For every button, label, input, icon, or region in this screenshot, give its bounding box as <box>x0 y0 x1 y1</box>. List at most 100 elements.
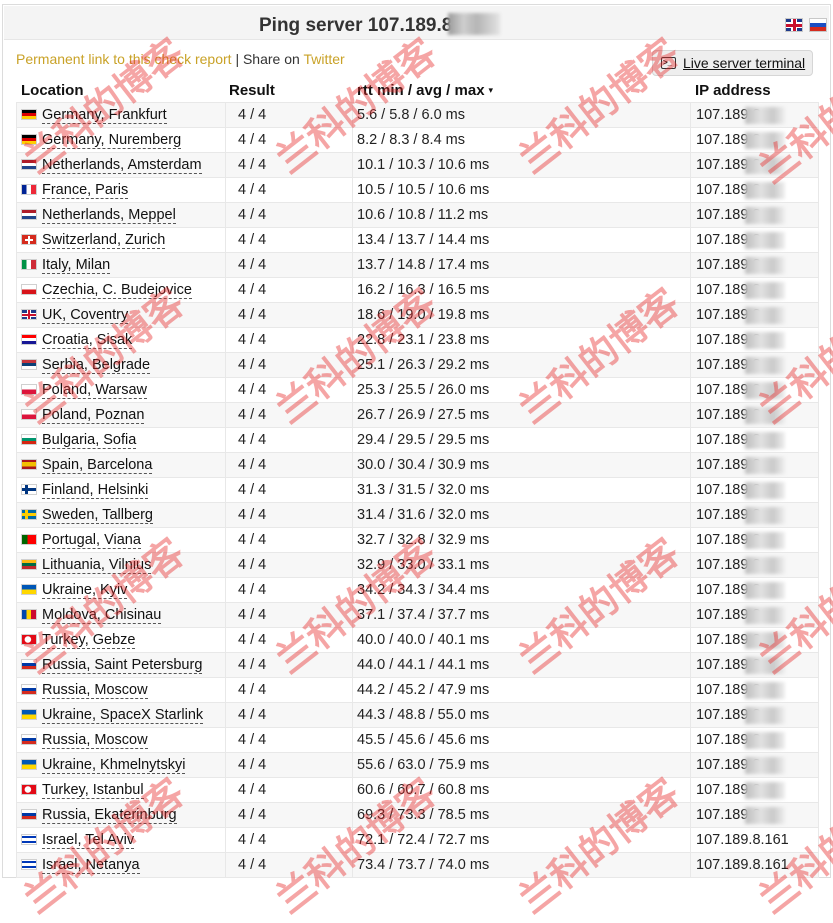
table-row: Russia, Ekaterinburg 4 / 4 69.3 / 73.3 / 7… <box>16 802 819 828</box>
result-cell: 4 / 4 <box>225 252 353 278</box>
redaction-mask <box>745 557 785 574</box>
location-link[interactable]: Israel, Tel Aviv <box>42 832 135 849</box>
redaction-mask <box>448 13 501 35</box>
permanent-link[interactable]: Permanent link to this check report <box>16 51 232 67</box>
header-ip[interactable]: IP address <box>695 82 771 102</box>
table-row: Ukraine, SpaceX Starlink 4 / 4 44.3 / 48.8… <box>16 702 819 728</box>
location-link[interactable]: Israel, Netanya <box>42 857 140 874</box>
result-cell: 4 / 4 <box>225 302 353 328</box>
location-cell: Germany, Frankfurt <box>16 102 226 128</box>
country-flag-icon <box>21 184 37 195</box>
rtt-cell: 8.2 / 8.3 / 8.4 ms <box>352 127 691 153</box>
location-link[interactable]: Ukraine, Khmelnytskyi <box>42 757 186 774</box>
location-cell: Russia, Saint Petersburg <box>16 652 226 678</box>
location-link[interactable]: Finland, Helsinki <box>42 482 149 499</box>
location-cell: Sweden, Tallberg <box>16 502 226 528</box>
location-link[interactable]: Serbia, Belgrade <box>42 357 151 374</box>
location-cell: Poland, Warsaw <box>16 377 226 403</box>
result-cell: 4 / 4 <box>225 377 353 403</box>
location-link[interactable]: UK, Coventry <box>42 307 129 324</box>
location-link[interactable]: Germany, Frankfurt <box>42 107 167 124</box>
location-link[interactable]: Turkey, Istanbul <box>42 782 144 799</box>
location-cell: Moldova, Chisinau <box>16 602 226 628</box>
location-link[interactable]: Moldova, Chisinau <box>42 607 162 624</box>
header-location[interactable]: Location <box>21 82 84 102</box>
live-terminal-button[interactable]: >_ Live server terminal <box>652 50 813 76</box>
location-link[interactable]: Italy, Milan <box>42 257 111 274</box>
country-flag-icon <box>21 659 37 670</box>
rtt-cell: 37.1 / 37.4 / 37.7 ms <box>352 602 691 628</box>
redaction-mask <box>745 732 785 749</box>
ip-cell: 107.189.8 <box>690 252 819 278</box>
location-link[interactable]: Poland, Poznan <box>42 407 145 424</box>
country-flag-icon <box>21 834 37 845</box>
location-link[interactable]: Netherlands, Amsterdam <box>42 157 202 174</box>
table-row: Ukraine, Kyiv 4 / 4 34.2 / 34.3 / 34.4 ms 1… <box>16 577 819 603</box>
english-flag-icon[interactable] <box>785 18 803 32</box>
location-link[interactable]: Netherlands, Meppel <box>42 207 176 224</box>
location-cell: Serbia, Belgrade <box>16 352 226 378</box>
redaction-mask <box>745 632 785 649</box>
location-link[interactable]: Russia, Saint Petersburg <box>42 657 203 674</box>
sort-arrow-icon: ▾ <box>488 85 494 95</box>
location-link[interactable]: Spain, Barcelona <box>42 457 153 474</box>
redaction-mask <box>745 357 785 374</box>
twitter-link[interactable]: Twitter <box>303 51 344 67</box>
location-link[interactable]: Turkey, Gebze <box>42 632 136 649</box>
rtt-cell: 45.5 / 45.6 / 45.6 ms <box>352 727 691 753</box>
russian-flag-icon[interactable] <box>809 18 827 32</box>
redaction-mask <box>745 607 785 624</box>
country-flag-icon <box>21 534 37 545</box>
page-title: Ping server 107.189.8 <box>259 13 501 37</box>
location-link[interactable]: Croatia, Sisak <box>42 332 133 349</box>
ip-cell: 107.189.8 <box>690 402 819 428</box>
location-link[interactable]: Czechia, C. Budejovice <box>42 282 192 299</box>
table-row: Russia, Saint Petersburg 4 / 4 44.0 / 44.1… <box>16 652 819 678</box>
location-cell: Russia, Moscow <box>16 727 226 753</box>
ip-cell: 107.189.8 <box>690 477 819 503</box>
location-link[interactable]: Switzerland, Zurich <box>42 232 166 249</box>
location-cell: Czechia, C. Budejovice <box>16 277 226 303</box>
rtt-cell: 32.9 / 33.0 / 33.1 ms <box>352 552 691 578</box>
country-flag-icon <box>21 434 37 445</box>
location-link[interactable]: Lithuania, Vilnius <box>42 557 152 574</box>
location-cell: Turkey, Gebze <box>16 627 226 653</box>
location-link[interactable]: Ukraine, Kyiv <box>42 582 128 599</box>
ip-cell: 107.189.8.161 <box>690 852 819 878</box>
location-cell: Netherlands, Amsterdam <box>16 152 226 178</box>
ip-cell: 107.189.8 <box>690 502 819 528</box>
location-link[interactable]: Russia, Moscow <box>42 732 148 749</box>
location-link[interactable]: Russia, Ekaterinburg <box>42 807 177 824</box>
location-link[interactable]: Russia, Moscow <box>42 682 148 699</box>
country-flag-icon <box>21 584 37 595</box>
location-link[interactable]: Portugal, Viana <box>42 532 141 549</box>
rtt-cell: 44.0 / 44.1 / 44.1 ms <box>352 652 691 678</box>
location-cell: Croatia, Sisak <box>16 327 226 353</box>
live-terminal-label: Live server terminal <box>683 55 806 71</box>
ip-cell: 107.189.8 <box>690 752 819 778</box>
location-link[interactable]: Germany, Nuremberg <box>42 132 182 149</box>
location-link[interactable]: Poland, Warsaw <box>42 382 148 399</box>
location-cell: Netherlands, Meppel <box>16 202 226 228</box>
result-cell: 4 / 4 <box>225 152 353 178</box>
table-row: Turkey, Istanbul 4 / 4 60.6 / 60.7 / 60.8 … <box>16 777 819 803</box>
location-link[interactable]: Bulgaria, Sofia <box>42 432 137 449</box>
location-cell: Turkey, Istanbul <box>16 777 226 803</box>
header-result[interactable]: Result <box>229 82 275 102</box>
country-flag-icon <box>21 559 37 570</box>
location-cell: Russia, Ekaterinburg <box>16 802 226 828</box>
share-label: Share on <box>242 51 300 67</box>
ip-cell: 107.189.8 <box>690 527 819 553</box>
header-rtt[interactable]: rtt min / avg / max ▾ <box>357 82 493 102</box>
result-cell: 4 / 4 <box>225 352 353 378</box>
location-link[interactable]: Sweden, Tallberg <box>42 507 153 524</box>
country-flag-icon <box>21 459 37 470</box>
table-row: Spain, Barcelona 4 / 4 30.0 / 30.4 / 30.9 … <box>16 452 819 478</box>
ip-cell: 107.189.8 <box>690 627 819 653</box>
table-row: Poland, Warsaw 4 / 4 25.3 / 25.5 / 26.0 ms… <box>16 377 819 403</box>
table-row: France, Paris 4 / 4 10.5 / 10.5 / 10.6 ms 1… <box>16 177 819 203</box>
location-link[interactable]: Ukraine, SpaceX Starlink <box>42 707 204 724</box>
location-link[interactable]: France, Paris <box>42 182 129 199</box>
country-flag-icon <box>21 359 37 370</box>
country-flag-icon <box>21 334 37 345</box>
